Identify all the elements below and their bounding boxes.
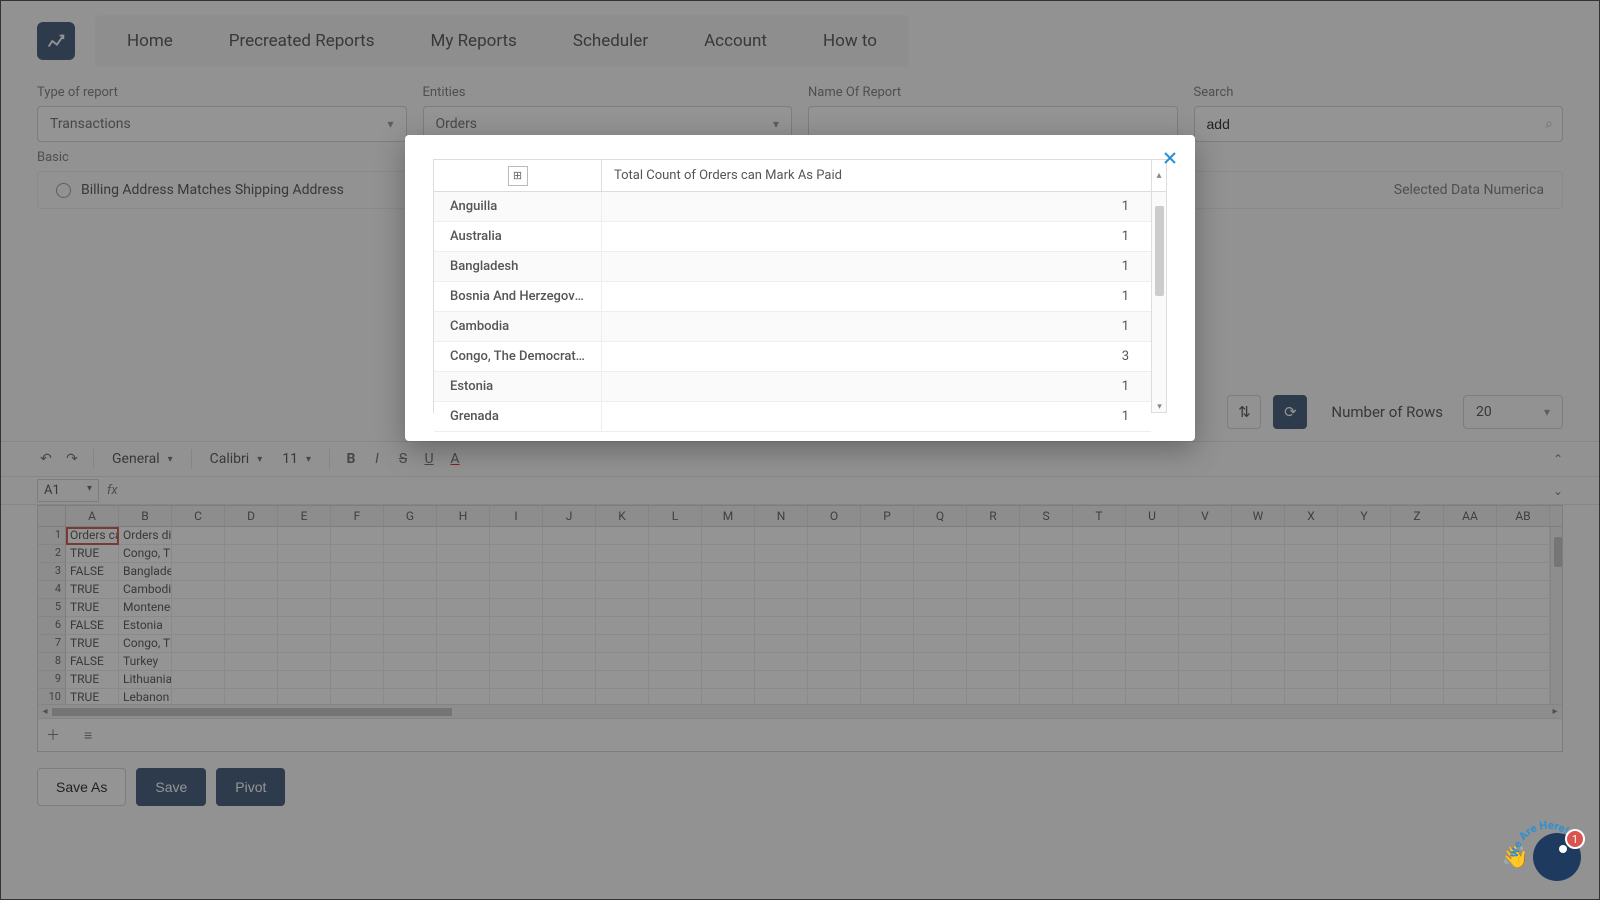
pivot-row[interactable]: Australia1 (434, 222, 1151, 252)
chat-badge: 1 (1565, 829, 1585, 849)
pivot-row-value: 1 (602, 222, 1151, 251)
pivot-settings-corner[interactable]: ⊞ (434, 160, 602, 191)
pivot-row-label: Estonia (434, 372, 602, 401)
pivot-row-label: Australia (434, 222, 602, 251)
pivot-row-label: Bangladesh (434, 252, 602, 281)
pivot-row[interactable]: Bosnia And Herzegovina1 (434, 282, 1151, 312)
pivot-vertical-scrollbar[interactable]: ▾ (1151, 192, 1166, 412)
close-button[interactable] (1159, 147, 1181, 169)
pivot-modal: ⊞ Total Count of Orders can Mark As Paid… (405, 135, 1195, 441)
pivot-row-label: Cambodia (434, 312, 602, 341)
wave-icon: 👋 (1502, 845, 1529, 870)
pivot-row-value: 3 (602, 342, 1151, 371)
pivot-row-value: 1 (602, 282, 1151, 311)
pivot-row-value: 1 (602, 402, 1151, 431)
pivot-row-label: Bosnia And Herzegovina (434, 282, 602, 311)
pivot-row[interactable]: Estonia1 (434, 372, 1151, 402)
pivot-row[interactable]: Bangladesh1 (434, 252, 1151, 282)
chat-bubble-button[interactable]: 1 (1533, 833, 1581, 881)
pivot-row-label: Grenada (434, 402, 602, 431)
pivot-row-label: Anguilla (434, 192, 602, 221)
pivot-row[interactable]: Anguilla1 (434, 192, 1151, 222)
pivot-table: ⊞ Total Count of Orders can Mark As Paid… (433, 159, 1167, 413)
pivot-row[interactable]: Congo, The Democratic Re…3 (434, 342, 1151, 372)
pivot-row-value: 1 (602, 312, 1151, 341)
modal-overlay[interactable]: ⊞ Total Count of Orders can Mark As Paid… (1, 1, 1599, 899)
pivot-row-value: 1 (602, 252, 1151, 281)
pivot-row[interactable]: Cambodia1 (434, 312, 1151, 342)
pivot-row-value: 1 (602, 192, 1151, 221)
pivot-row-label: Congo, The Democratic Re… (434, 342, 602, 371)
pivot-metric-header: Total Count of Orders can Mark As Paid (602, 160, 1151, 191)
pivot-row[interactable]: Grenada1 (434, 402, 1151, 432)
pivot-row-value: 1 (602, 372, 1151, 401)
pivot-config-icon: ⊞ (508, 166, 528, 186)
chat-widget[interactable]: We Are Here! 👋 1 (1502, 833, 1581, 881)
